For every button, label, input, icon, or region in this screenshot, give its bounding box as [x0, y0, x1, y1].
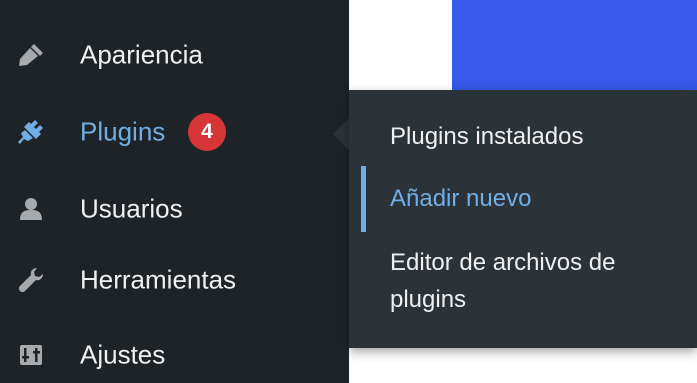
sidebar-item-label: Ajustes	[80, 339, 166, 370]
sidebar-item-label: Usuarios	[80, 193, 183, 224]
user-icon	[14, 192, 48, 226]
sidebar-item-plugins[interactable]: Plugins 4	[0, 104, 349, 160]
submenu-item-editor-de-archivos[interactable]: Editor de archivos de plugins	[349, 244, 697, 320]
sidebar-item-label: Herramientas	[80, 264, 237, 295]
current-page-indicator	[361, 166, 366, 232]
submenu-item-anadir-nuevo[interactable]: Añadir nuevo	[349, 166, 697, 232]
sidebar-item-usuarios[interactable]: Usuarios	[0, 181, 349, 237]
submenu-item-label: Editor de archivos de plugins	[390, 249, 616, 313]
submenu-item-plugins-instalados[interactable]: Plugins instalados	[349, 118, 697, 156]
sidebar-item-ajustes[interactable]: Ajustes	[0, 327, 349, 383]
plugins-submenu: Plugins instalados Añadir nuevo Editor d…	[349, 90, 697, 348]
submenu-item-label: Plugins instalados	[390, 123, 584, 150]
content-banner	[452, 0, 697, 90]
sidebar-item-label: Plugins	[80, 116, 166, 147]
sidebar-item-herramientas[interactable]: Herramientas	[0, 252, 349, 308]
submenu-item-label: Añadir nuevo	[390, 185, 532, 212]
wrench-icon	[14, 263, 48, 297]
update-count-badge: 4	[188, 113, 226, 151]
sliders-icon	[14, 338, 48, 372]
plug-icon	[14, 115, 48, 149]
sidebar-item-apariencia[interactable]: Apariencia	[0, 27, 349, 83]
sidebar-item-label: Apariencia	[80, 39, 203, 70]
flyout-pointer	[333, 118, 349, 150]
admin-sidebar: Apariencia Plugins 4 Usuarios Herramient…	[0, 0, 349, 383]
paintbrush-icon	[14, 38, 48, 72]
